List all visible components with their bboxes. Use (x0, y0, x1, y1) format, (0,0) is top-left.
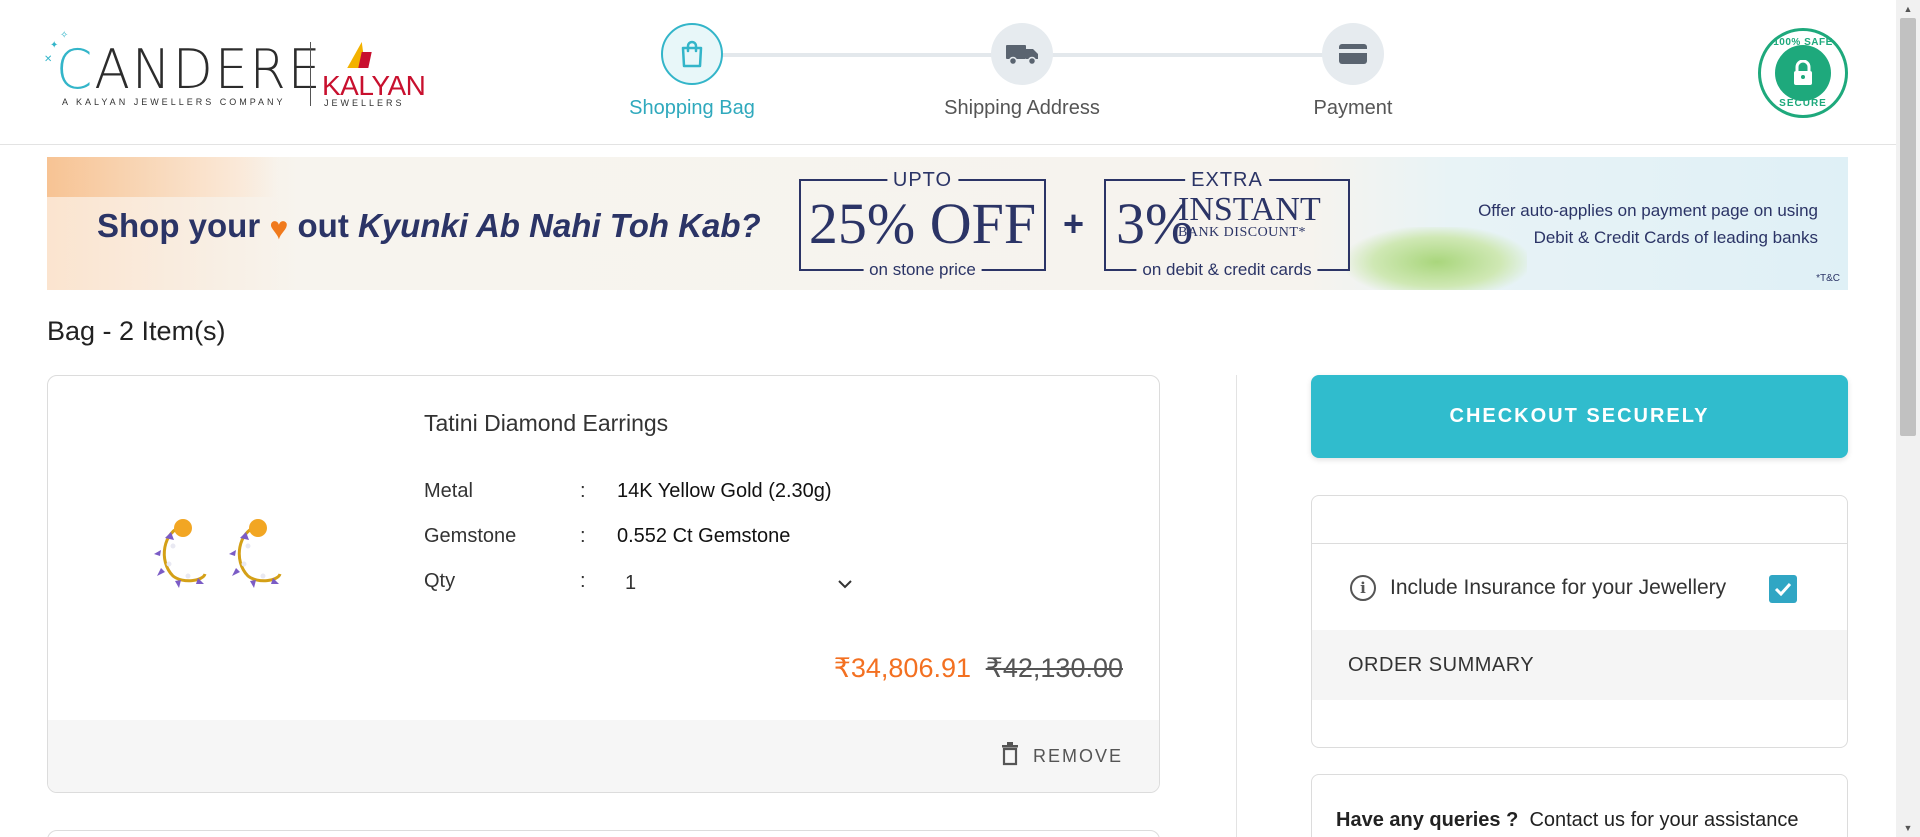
order-summary-heading[interactable]: ORDER SUMMARY (1312, 630, 1847, 700)
offer-tag-top: EXTRA (1185, 169, 1269, 192)
badge-top-text: 100% SAFE (1773, 37, 1833, 48)
step-payment[interactable]: Payment (1233, 23, 1473, 120)
bag-icon (661, 23, 723, 85)
insurance-label: Include Insurance for your Jewellery (1390, 576, 1727, 599)
scroll-thumb[interactable] (1900, 18, 1916, 436)
remove-label: REMOVE (1032, 746, 1123, 766)
column-divider (1236, 375, 1237, 837)
note-line: Offer auto-applies on payment page on us… (1478, 201, 1818, 220)
check-icon (1774, 582, 1792, 596)
truck-icon (991, 23, 1053, 85)
original-price: ₹42,130.00 (985, 653, 1123, 683)
info-icon[interactable]: i (1350, 575, 1376, 601)
safe-secure-badge: 100% SAFE SECURE (1758, 28, 1848, 118)
queries-text: Have any queries ? Contact us for your a… (1336, 809, 1798, 832)
remove-button[interactable]: REMOVE (1001, 742, 1123, 771)
bank-discount-offer: EXTRA 3% INSTANT BANK DISCOUNT* on debit… (1104, 169, 1350, 280)
lock-icon (1775, 45, 1831, 101)
terms-note: *T&C (1816, 273, 1840, 284)
kalyan-flame-icon (358, 52, 372, 68)
attr-label: Metal (424, 480, 473, 502)
queries-label: Have any queries ? (1336, 809, 1519, 831)
logo-divider (310, 42, 311, 106)
trash-icon (1001, 742, 1019, 771)
insurance-row: i Include Insurance for your Jewellery (1312, 544, 1847, 630)
qty-value: 1 (625, 571, 637, 594)
logo-brand: CANDERE (56, 38, 323, 102)
offer-banner[interactable]: Shop your ♥ out Kyunki Ab Nahi Toh Kab? … (47, 157, 1848, 290)
banner-note: Offer auto-applies on payment page on us… (1478, 197, 1818, 251)
banner-headline: Shop your ♥ out Kyunki Ab Nahi Toh Kab? (97, 207, 761, 247)
plus-sign: + (1063, 203, 1085, 244)
order-summary-panel: i Include Insurance for your Jewellery O… (1311, 495, 1848, 748)
scroll-up-icon[interactable]: ▲ (1896, 0, 1920, 18)
offer-tag-top: UPTO (886, 169, 959, 192)
banner-paint-splash (47, 157, 277, 197)
offer-tag-bottom: on stone price (863, 260, 982, 280)
card-icon (1322, 23, 1384, 85)
contact-link[interactable]: Contact us for your assistance (1529, 809, 1798, 831)
partner-sub: JEWELLERS (324, 98, 405, 108)
stone-discount-offer: UPTO 25% OFF on stone price (799, 169, 1046, 280)
offer-instant: INSTANT (1178, 191, 1321, 228)
attr-colon: : (580, 525, 586, 547)
headline-italic: Kyunki Ab Nahi Toh Kab? (358, 207, 761, 244)
card-footer: REMOVE (48, 720, 1159, 792)
attr-colon: : (580, 570, 586, 592)
step-label: Shopping Bag (629, 97, 755, 119)
product-name[interactable]: Tatini Diamond Earrings (424, 410, 668, 437)
checkout-header: ✦ ✧ ✕ CANDERE A KALYAN JEWELLERS COMPANY… (0, 0, 1896, 145)
badge-bottom-text: SECURE (1779, 98, 1827, 109)
step-shopping-bag[interactable]: Shopping Bag (572, 23, 812, 120)
insurance-checkbox[interactable] (1769, 575, 1797, 603)
product-image[interactable] (143, 506, 303, 596)
offer-big-text: 25% OFF (808, 191, 1037, 256)
headline-start: Shop your (97, 207, 261, 244)
gemstone-value: 0.552 Ct Gemstone (617, 525, 791, 547)
summary-top-section (1312, 496, 1847, 544)
attr-colon: : (580, 480, 586, 502)
sparkle-icon: ✕ (44, 54, 53, 65)
metal-value: 14K Yellow Gold (2.30g) (617, 480, 832, 502)
chevron-down-icon (838, 572, 852, 595)
headline-mid: out (297, 207, 349, 244)
queries-panel: Have any queries ? Contact us for your a… (1311, 774, 1848, 837)
sale-price: ₹34,806.91 (833, 653, 971, 683)
bag-item-card: Tatini Diamond Earrings Metal : 14K Yell… (47, 375, 1160, 793)
offer-tag-bottom: on debit & credit cards (1136, 260, 1318, 280)
attr-label: Qty (424, 570, 456, 592)
offer-bank-discount: BANK DISCOUNT* (1178, 225, 1306, 240)
step-label: Shipping Address (944, 97, 1100, 119)
heart-icon: ♥ (269, 210, 289, 246)
bag-title: Bag - 2 Item(s) (47, 316, 226, 346)
bag-item-card (47, 830, 1160, 837)
step-label: Payment (1313, 97, 1393, 119)
scroll-down-icon[interactable]: ▼ (1896, 819, 1920, 837)
scrollbar[interactable]: ▲ ▼ (1896, 0, 1920, 837)
candere-logo[interactable]: ✦ ✧ ✕ CANDERE A KALYAN JEWELLERS COMPANY… (44, 30, 426, 114)
attr-label: Gemstone (424, 525, 517, 547)
qty-select[interactable]: 1 (617, 568, 852, 598)
checkout-button[interactable]: CHECKOUT SECURELY (1311, 375, 1848, 458)
logo-tagline: A KALYAN JEWELLERS COMPANY (62, 97, 286, 107)
step-shipping-address[interactable]: Shipping Address (902, 23, 1142, 120)
note-line: Debit & Credit Cards of leading banks (1533, 228, 1818, 247)
